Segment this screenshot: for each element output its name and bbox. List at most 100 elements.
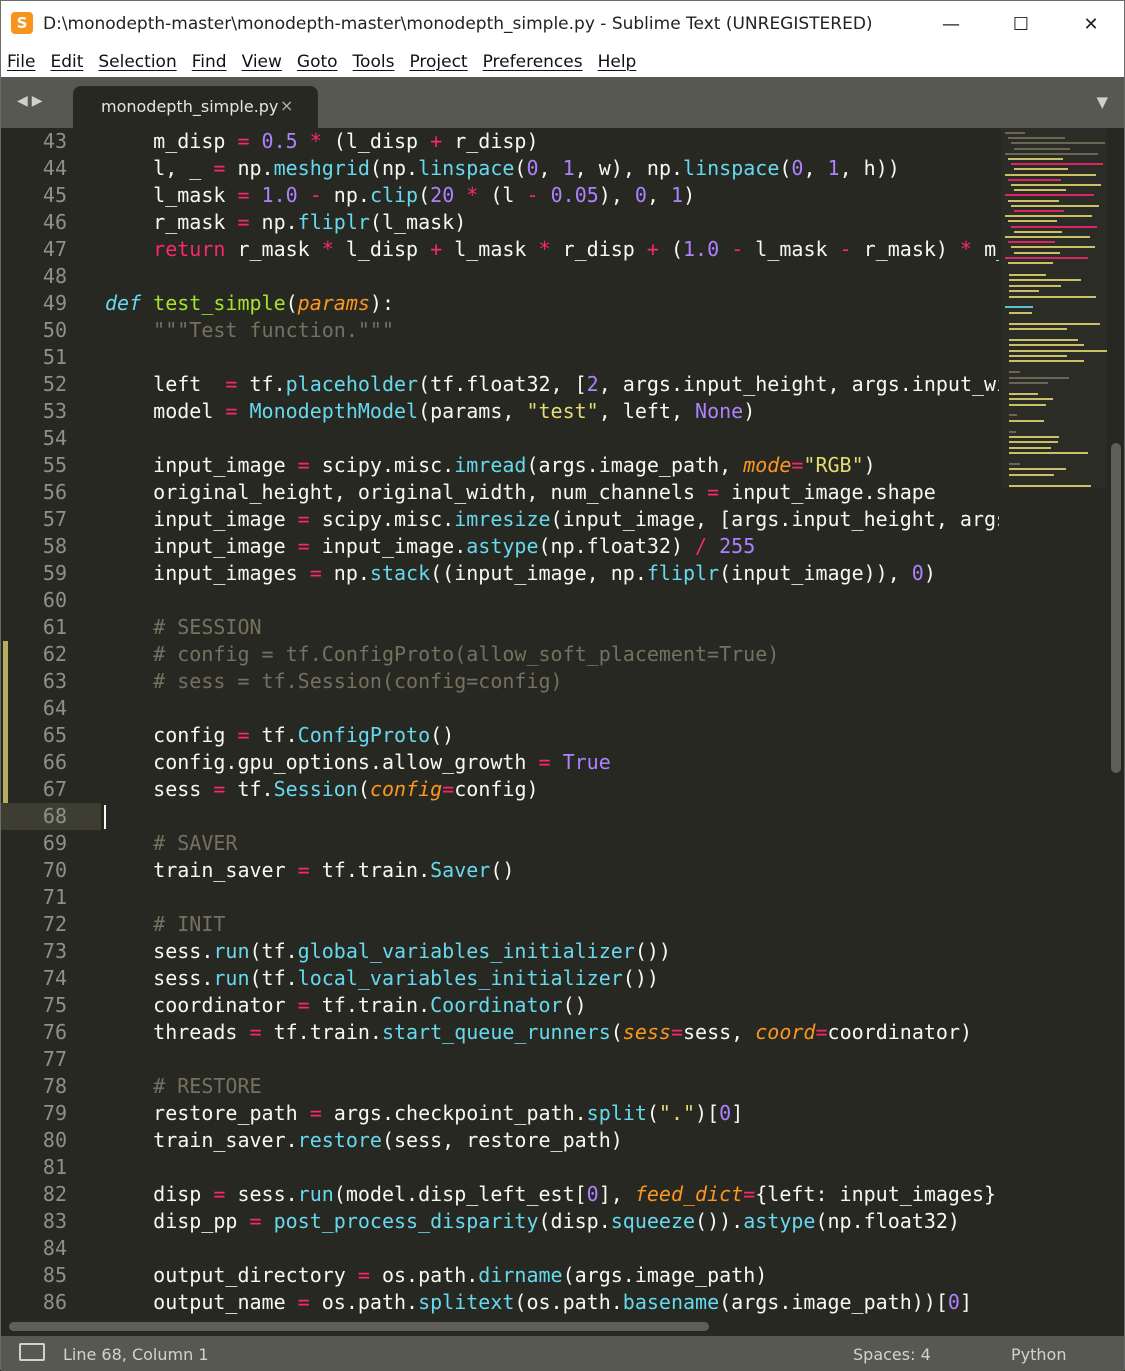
minimap-line — [1005, 215, 1092, 218]
maximize-button[interactable]: ☐ — [986, 1, 1056, 47]
menu-help[interactable]: Help — [598, 52, 637, 72]
minimap-line — [1011, 246, 1095, 249]
tab-monodepth-simple[interactable]: monodepth_simple.py × — [73, 86, 318, 128]
minimap-line — [1014, 210, 1064, 212]
minimize-button[interactable]: — — [916, 1, 986, 47]
horizontal-scrollbar-thumb[interactable] — [9, 1322, 709, 1331]
line-number: 65 — [42, 723, 67, 747]
minimap-line — [1009, 371, 1020, 374]
tab-menu-chevron-down-icon[interactable]: ▼ — [1096, 93, 1108, 111]
line-number: 52 — [42, 372, 67, 396]
minimap-line — [1008, 137, 1065, 140]
code-area[interactable]: m_disp = 0.5 * (l_disp + r_disp) l, _ = … — [105, 128, 999, 1318]
code-line: model = MonodepthModel(params, "test", l… — [105, 399, 756, 423]
minimap-line — [1014, 189, 1066, 192]
close-button[interactable]: ✕ — [1056, 1, 1125, 47]
line-number-gutter: 43 44 45 46 47 48 49 50 51 52 53 54 55 56 57 58 59 60 61 62… — [1, 128, 101, 1318]
line-number: 57 — [42, 507, 67, 531]
code-line: # sess = tf.Session(config=config) — [153, 669, 563, 693]
code-line: threads = tf.train.start_queue_runners(s… — [105, 1020, 973, 1044]
vertical-scrollbar[interactable] — [1108, 128, 1124, 1318]
line-number: 47 — [42, 237, 67, 261]
menu-goto[interactable]: Goto — [297, 52, 338, 72]
code-line: input_image = scipy.misc.imread(args.ima… — [105, 453, 876, 477]
minimap-line — [1009, 376, 1070, 379]
line-number: 56 — [42, 480, 67, 504]
line-number: 54 — [42, 426, 67, 450]
tab-nav-arrows-icon[interactable]: ◀▶ — [17, 93, 47, 109]
minimap[interactable] — [1001, 128, 1107, 488]
code-line: sess = tf.Session(config=config) — [105, 777, 539, 801]
modified-line-marker — [3, 668, 8, 695]
menu-file[interactable]: File — [7, 52, 35, 72]
line-number: 58 — [42, 534, 67, 558]
line-number: 48 — [42, 264, 67, 288]
minimap-line — [1009, 468, 1066, 471]
code-line: train_saver.restore(sess, restore_path) — [105, 1128, 623, 1152]
code-line: """Test function.""" — [153, 318, 394, 342]
line-number: 85 — [42, 1263, 67, 1287]
syntax-selector[interactable]: Python — [1011, 1345, 1066, 1364]
minimap-line — [1008, 158, 1063, 160]
line-number: 83 — [42, 1209, 67, 1233]
line-number: 69 — [42, 831, 67, 855]
horizontal-scrollbar[interactable] — [1, 1318, 1124, 1334]
tab-label: monodepth_simple.py — [101, 97, 279, 116]
minimap-line — [1009, 392, 1039, 395]
menu-edit[interactable]: Edit — [50, 52, 83, 72]
vertical-scrollbar-thumb[interactable] — [1111, 443, 1121, 773]
menu-view[interactable]: View — [242, 52, 282, 72]
minimap-line — [1005, 256, 1088, 259]
minimap-line — [1008, 220, 1057, 223]
code-line: output_directory = os.path.dirname(args.… — [105, 1263, 768, 1287]
indentation-setting[interactable]: Spaces: 4 — [853, 1345, 931, 1364]
minimap-line — [1011, 204, 1099, 207]
line-number: 53 — [42, 399, 67, 423]
line-number: 79 — [42, 1101, 67, 1125]
code-line: # SESSION — [153, 615, 262, 639]
line-number: 72 — [42, 912, 67, 936]
code-line: disp = sess.run(model.disp_left_est[0], … — [105, 1182, 999, 1206]
tab-close-icon[interactable]: × — [280, 96, 293, 115]
code-line: output_name = os.path.splitext(os.path.b… — [105, 1290, 972, 1314]
code-line: # config = tf.ConfigProto(allow_soft_pla… — [153, 642, 780, 666]
minimap-line — [1014, 147, 1070, 150]
minimap-line — [1009, 430, 1017, 433]
code-line: restore_path = args.checkpoint_path.spli… — [105, 1101, 744, 1125]
code-line: input_images = np.stack((input_image, np… — [105, 561, 936, 585]
line-number: 78 — [42, 1074, 67, 1098]
minimap-line — [1008, 241, 1055, 244]
minimap-line — [1009, 295, 1096, 298]
minimap-line — [1014, 230, 1062, 233]
line-number: 82 — [42, 1182, 67, 1206]
line-number: 49 — [42, 291, 67, 315]
code-line: # SAVER — [153, 831, 238, 855]
code-line: return r_mask * l_disp + l_mask * r_disp… — [153, 237, 999, 261]
code-line: train_saver = tf.train.Saver() — [105, 858, 515, 882]
sublime-window: S D:\monodepth-master\monodepth-master\m… — [0, 0, 1125, 1371]
line-number: 67 — [42, 777, 67, 801]
minimap-line — [1009, 328, 1067, 330]
line-number: 46 — [42, 210, 67, 234]
minimap-line — [1009, 382, 1049, 384]
line-number: 70 — [42, 858, 67, 882]
line-number: 71 — [42, 885, 67, 909]
panel-toggle-icon[interactable] — [19, 1343, 45, 1361]
line-number: 63 — [42, 669, 67, 693]
menu-find[interactable]: Find — [192, 52, 227, 72]
code-line: l, _ = np.meshgrid(np.linspace(0, 1, w),… — [105, 156, 900, 180]
menu-project[interactable]: Project — [409, 52, 467, 72]
line-number: 61 — [42, 615, 67, 639]
code-line: original_height, original_width, num_cha… — [105, 480, 936, 504]
modified-line-marker — [3, 722, 8, 749]
minimap-line — [1009, 446, 1051, 449]
menu-tools[interactable]: Tools — [353, 52, 395, 72]
code-line: # RESTORE — [153, 1074, 262, 1098]
menu-preferences[interactable]: Preferences — [483, 52, 583, 72]
minimap-line — [1014, 251, 1060, 254]
code-line: input_image = scipy.misc.imresize(input_… — [105, 507, 999, 531]
menu-selection[interactable]: Selection — [98, 52, 176, 72]
code-editor[interactable]: 43 44 45 46 47 48 49 50 51 52 53 54 55 56 57 58 59 60 61 62… — [1, 128, 1124, 1318]
window-title: D:\monodepth-master\monodepth-master\mon… — [43, 14, 873, 34]
minimap-line — [1009, 338, 1079, 341]
